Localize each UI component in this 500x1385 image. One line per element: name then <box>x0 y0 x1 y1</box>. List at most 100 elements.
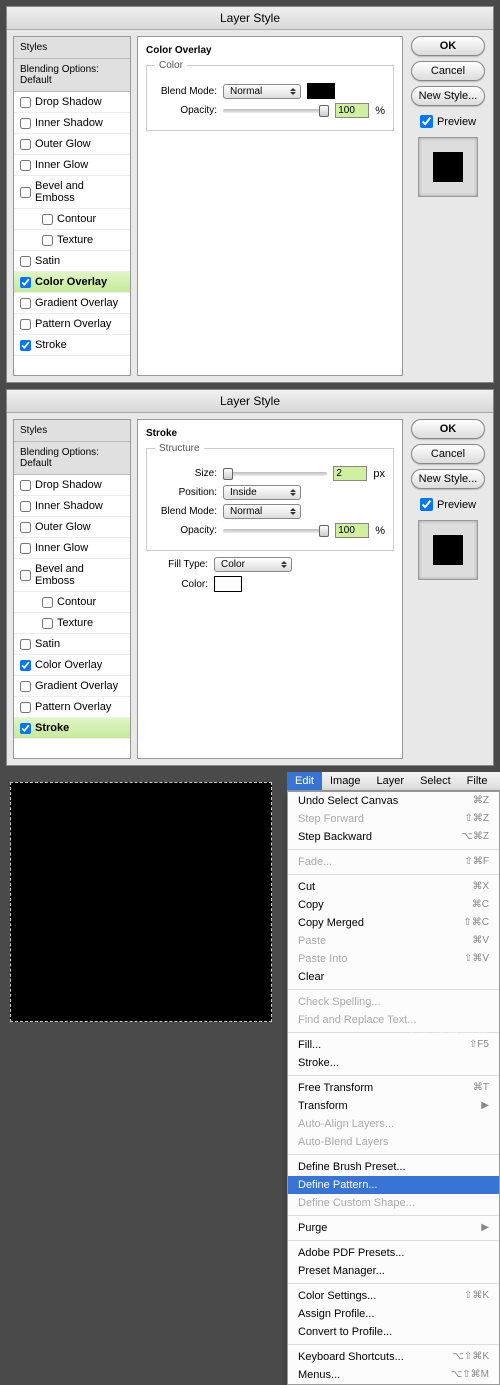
menu-item-step-backward[interactable]: Step Backward⌥⌘Z <box>288 828 499 846</box>
style-row-contour[interactable]: Contour <box>14 209 130 230</box>
style-row-inner-shadow[interactable]: Inner Shadow <box>14 496 130 517</box>
style-checkbox[interactable] <box>20 681 31 692</box>
menu-item-cut[interactable]: Cut⌘X <box>288 878 499 896</box>
style-label: Inner Glow <box>35 159 88 171</box>
style-row-bevel-and-emboss[interactable]: Bevel and Emboss <box>14 176 130 209</box>
cancel-button[interactable]: Cancel <box>411 61 485 81</box>
preview-checkbox[interactable] <box>420 498 433 511</box>
blending-options-header[interactable]: Blending Options: Default <box>14 442 130 475</box>
opacity-slider[interactable] <box>223 109 329 113</box>
style-row-texture[interactable]: Texture <box>14 613 130 634</box>
stroke-color-swatch[interactable] <box>214 576 242 592</box>
style-checkbox[interactable] <box>20 522 31 533</box>
opacity-input[interactable] <box>335 103 369 118</box>
preview-toggle[interactable]: Preview <box>420 498 476 511</box>
style-checkbox[interactable] <box>20 160 31 171</box>
style-checkbox[interactable] <box>20 639 31 650</box>
menu-item-adobe-pdf-presets[interactable]: Adobe PDF Presets... <box>288 1244 499 1262</box>
style-row-inner-glow[interactable]: Inner Glow <box>14 538 130 559</box>
styles-header[interactable]: Styles <box>14 420 130 442</box>
style-checkbox[interactable] <box>20 118 31 129</box>
new-style-button[interactable]: New Style... <box>411 86 485 106</box>
opacity-input[interactable] <box>335 523 369 538</box>
style-row-color-overlay[interactable]: Color Overlay <box>14 272 130 293</box>
menu-item-assign-profile[interactable]: Assign Profile... <box>288 1305 499 1323</box>
menu-item-color-settings[interactable]: Color Settings...⇧⌘K <box>288 1287 499 1305</box>
menu-item-copy[interactable]: Copy⌘C <box>288 896 499 914</box>
style-checkbox[interactable] <box>20 139 31 150</box>
style-checkbox[interactable] <box>20 660 31 671</box>
style-checkbox[interactable] <box>42 235 53 246</box>
style-row-satin[interactable]: Satin <box>14 634 130 655</box>
style-checkbox[interactable] <box>20 702 31 713</box>
style-checkbox[interactable] <box>42 597 53 608</box>
style-row-bevel-and-emboss[interactable]: Bevel and Emboss <box>14 559 130 592</box>
style-checkbox[interactable] <box>20 298 31 309</box>
menu-item-convert-to-profile[interactable]: Convert to Profile... <box>288 1323 499 1341</box>
style-checkbox[interactable] <box>20 187 31 198</box>
style-row-outer-glow[interactable]: Outer Glow <box>14 517 130 538</box>
menubar-item-filte[interactable]: Filte <box>459 772 496 790</box>
size-input[interactable] <box>333 466 367 481</box>
preview-toggle[interactable]: Preview <box>420 115 476 128</box>
style-row-pattern-overlay[interactable]: Pattern Overlay <box>14 314 130 335</box>
menu-item-purge[interactable]: Purge▶ <box>288 1219 499 1237</box>
style-checkbox[interactable] <box>20 277 31 288</box>
style-row-stroke[interactable]: Stroke <box>14 335 130 356</box>
style-row-pattern-overlay[interactable]: Pattern Overlay <box>14 697 130 718</box>
menubar-item-select[interactable]: Select <box>412 772 459 790</box>
style-checkbox[interactable] <box>20 319 31 330</box>
style-row-texture[interactable]: Texture <box>14 230 130 251</box>
opacity-slider[interactable] <box>223 529 329 533</box>
style-checkbox[interactable] <box>20 570 31 581</box>
blend-mode-select[interactable]: Normal <box>223 84 301 99</box>
style-checkbox[interactable] <box>20 723 31 734</box>
blending-options-header[interactable]: Blending Options: Default <box>14 59 130 92</box>
ok-button[interactable]: OK <box>411 36 485 56</box>
style-row-gradient-overlay[interactable]: Gradient Overlay <box>14 293 130 314</box>
style-row-gradient-overlay[interactable]: Gradient Overlay <box>14 676 130 697</box>
menu-item-free-transform[interactable]: Free Transform⌘T <box>288 1079 499 1097</box>
style-row-inner-glow[interactable]: Inner Glow <box>14 155 130 176</box>
style-row-stroke[interactable]: Stroke <box>14 718 130 739</box>
ok-button[interactable]: OK <box>411 419 485 439</box>
style-checkbox[interactable] <box>20 97 31 108</box>
menu-item-transform[interactable]: Transform▶ <box>288 1097 499 1115</box>
size-slider[interactable] <box>223 472 327 476</box>
style-row-outer-glow[interactable]: Outer Glow <box>14 134 130 155</box>
style-checkbox[interactable] <box>20 340 31 351</box>
menubar-item-layer[interactable]: Layer <box>369 772 413 790</box>
menubar-item-edit[interactable]: Edit <box>287 772 322 790</box>
cancel-button[interactable]: Cancel <box>411 444 485 464</box>
menu-item-undo-select-canvas[interactable]: Undo Select Canvas⌘Z <box>288 792 499 810</box>
style-row-drop-shadow[interactable]: Drop Shadow <box>14 475 130 496</box>
filltype-select[interactable]: Color <box>214 557 292 572</box>
style-checkbox[interactable] <box>20 543 31 554</box>
position-select[interactable]: Inside <box>223 485 301 500</box>
color-swatch[interactable] <box>307 83 335 99</box>
menubar-item-image[interactable]: Image <box>322 772 369 790</box>
style-checkbox[interactable] <box>20 480 31 491</box>
style-checkbox[interactable] <box>20 256 31 267</box>
menu-item-preset-manager[interactable]: Preset Manager... <box>288 1262 499 1280</box>
style-row-inner-shadow[interactable]: Inner Shadow <box>14 113 130 134</box>
style-row-contour[interactable]: Contour <box>14 592 130 613</box>
style-checkbox[interactable] <box>20 501 31 512</box>
preview-checkbox[interactable] <box>420 115 433 128</box>
menu-item-copy-merged[interactable]: Copy Merged⇧⌘C <box>288 914 499 932</box>
styles-header[interactable]: Styles <box>14 37 130 59</box>
style-row-color-overlay[interactable]: Color Overlay <box>14 655 130 676</box>
menu-item-menus[interactable]: Menus...⌥⇧⌘M <box>288 1366 499 1384</box>
style-row-drop-shadow[interactable]: Drop Shadow <box>14 92 130 113</box>
style-checkbox[interactable] <box>42 214 53 225</box>
style-row-satin[interactable]: Satin <box>14 251 130 272</box>
menu-item-define-brush-preset[interactable]: Define Brush Preset... <box>288 1158 499 1176</box>
menu-item-define-pattern[interactable]: Define Pattern... <box>288 1176 499 1194</box>
menu-item-stroke[interactable]: Stroke... <box>288 1054 499 1072</box>
new-style-button[interactable]: New Style... <box>411 469 485 489</box>
style-checkbox[interactable] <box>42 618 53 629</box>
menu-item-keyboard-shortcuts[interactable]: Keyboard Shortcuts...⌥⇧⌘K <box>288 1348 499 1366</box>
blend-mode-select[interactable]: Normal <box>223 504 301 519</box>
menu-item-fill[interactable]: Fill...⇧F5 <box>288 1036 499 1054</box>
menu-item-clear[interactable]: Clear <box>288 968 499 986</box>
